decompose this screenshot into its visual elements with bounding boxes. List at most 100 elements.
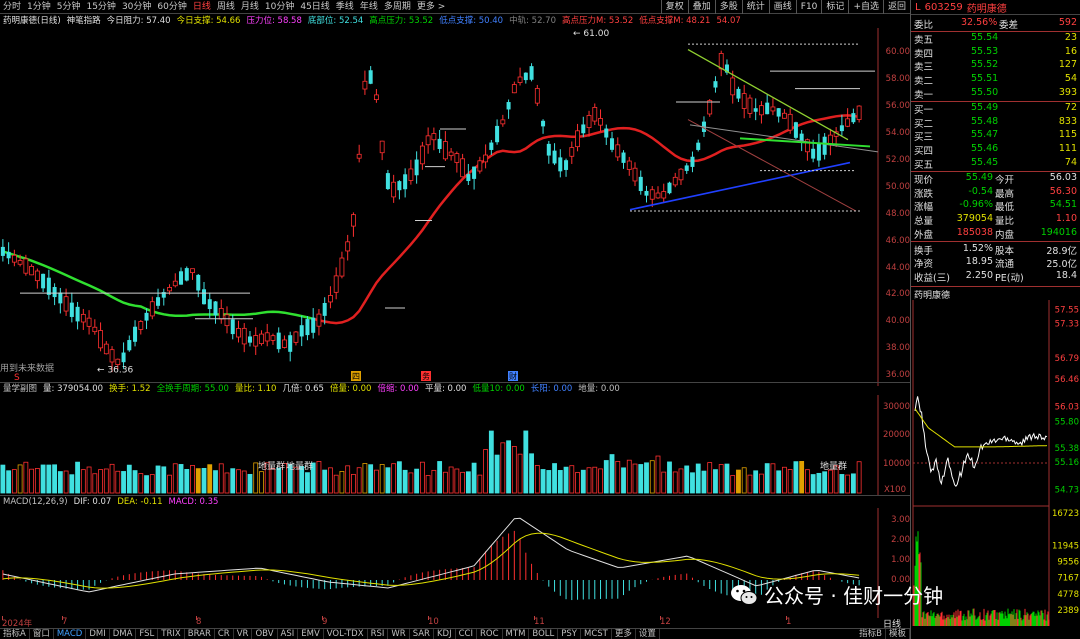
toolbar-button[interactable]: 复权: [660, 0, 688, 14]
period-tab[interactable]: 60分钟: [154, 0, 189, 14]
indicator-tab[interactable]: FSL: [136, 628, 159, 639]
indicator-tab[interactable]: ASI: [278, 628, 299, 639]
indicator-tab[interactable]: DMA: [110, 628, 137, 639]
candle-body: [517, 76, 523, 83]
candle-body: [368, 70, 373, 84]
indicator-tab[interactable]: CCI: [456, 628, 477, 639]
indicator-tab[interactable]: MCST: [581, 628, 612, 639]
candle-body: [431, 133, 437, 141]
bid-price: 55.46: [971, 143, 999, 155]
candlestick-chart[interactable]: ← 61.00← 36.36用到未来数据S 四务财: [0, 28, 880, 386]
indicator-tab[interactable]: VOL-TDX: [324, 628, 368, 639]
quote-label: 总量: [914, 216, 934, 228]
volume-bar: [822, 471, 828, 494]
quote-row: 涨幅 -0.96% 最低 54.51: [911, 199, 1080, 213]
indicator-tab[interactable]: KDJ: [434, 628, 456, 639]
volume-bar: [322, 469, 328, 494]
indicator-tab[interactable]: WR: [388, 628, 410, 639]
volume-chart[interactable]: 地量群 地量群 地量群: [0, 395, 880, 495]
period-tab[interactable]: 30分钟: [119, 0, 154, 14]
period-tab[interactable]: 多周期: [381, 0, 414, 14]
candle-body: [845, 118, 851, 127]
period-tab[interactable]: 年线: [357, 0, 381, 14]
candle-body: [523, 72, 528, 81]
template-tab[interactable]: 指标B: [856, 629, 886, 639]
candle-body: [311, 317, 316, 333]
indicator-tab[interactable]: 指标A: [0, 628, 30, 639]
ask-row: 卖四 55.53 16: [911, 46, 1080, 60]
intraday-volume-tick: 11945: [1052, 541, 1079, 551]
volume-bar: [408, 472, 414, 494]
candle-body: [782, 112, 787, 119]
quote-value: 55.49: [965, 172, 993, 183]
candle-body: [644, 190, 649, 196]
candle-body: [247, 336, 252, 343]
volume-bar: [419, 461, 425, 494]
period-tab[interactable]: 1分钟: [24, 0, 54, 14]
period-tab[interactable]: 5分钟: [54, 0, 84, 14]
bid-label: 买二: [914, 118, 934, 130]
toolbar-button[interactable]: 叠加: [687, 0, 715, 14]
volume-bar: [92, 473, 98, 494]
indicator-tab[interactable]: 更多: [612, 628, 636, 639]
indicator-tab[interactable]: VR: [234, 628, 253, 639]
volume-bar: [529, 453, 534, 494]
volume-bar: [638, 464, 644, 494]
period-tab[interactable]: 季线: [333, 0, 357, 14]
volume-bar: [46, 464, 52, 494]
candle-body: [230, 319, 235, 335]
period-tab[interactable]: 45日线: [297, 0, 332, 14]
indicator-tab[interactable]: RSI: [368, 628, 389, 639]
toolbar-button[interactable]: 多股: [714, 0, 742, 14]
candle-body: [241, 327, 247, 345]
toolbar-button[interactable]: 统计: [741, 0, 769, 14]
period-tab[interactable]: 周线: [214, 0, 238, 14]
indicator-tab[interactable]: OBV: [252, 628, 278, 639]
indicator-tab[interactable]: 设置: [636, 628, 660, 639]
toolbar-button[interactable]: 画线: [768, 0, 796, 14]
candle-body: [511, 84, 517, 94]
indicator-tab[interactable]: DMI: [86, 628, 110, 639]
toolbar-button[interactable]: 标记: [821, 0, 848, 14]
date-tick: 10: [428, 617, 439, 627]
bid-row: 买二 55.48 833: [911, 116, 1080, 130]
period-tab[interactable]: 分时: [0, 0, 24, 14]
template-tab[interactable]: 模板: [886, 629, 910, 639]
toolbar-button[interactable]: 返回: [882, 0, 910, 14]
period-tab[interactable]: 更多 >: [414, 0, 448, 14]
volume-bar: [126, 464, 132, 494]
indicator-tab[interactable]: CR: [215, 628, 234, 639]
candle-body: [678, 168, 684, 181]
indicator-tab[interactable]: MTM: [503, 628, 530, 639]
candle-body: [811, 148, 816, 159]
candle-body: [672, 176, 678, 186]
intraday-chart[interactable]: 57.55 57.33 56.79 56.46 56.03 55.80 55.38 55.16…: [911, 298, 1080, 628]
toolbar-button[interactable]: F10: [795, 0, 822, 14]
ask-label: 卖三: [914, 62, 934, 74]
candle-body: [534, 88, 540, 104]
period-tab[interactable]: 10分钟: [262, 0, 297, 14]
candle-body: [787, 113, 793, 131]
volume-bar: [730, 475, 736, 494]
toolbar-button[interactable]: +自选: [848, 0, 883, 14]
period-tab[interactable]: 15分钟: [83, 0, 118, 14]
indicator-tab[interactable]: SAR: [410, 628, 434, 639]
quote-row: 外盘 185038 内盘 194016: [911, 227, 1080, 241]
indicator-tab[interactable]: 窗口: [30, 628, 54, 639]
candle-body: [632, 167, 638, 182]
period-tab[interactable]: 月线: [238, 0, 262, 14]
indicator-tab[interactable]: ROC: [477, 628, 503, 639]
candle-body: [707, 100, 713, 115]
bottom-period-tab[interactable]: 日线: [883, 617, 901, 630]
indicator-tab[interactable]: EMV: [298, 628, 324, 639]
candle-body: [598, 118, 603, 126]
indicator-tab[interactable]: MACD: [54, 628, 87, 639]
bid-price: 55.45: [971, 156, 999, 168]
bottom-right-tabs: 指标B 模板: [856, 629, 910, 639]
indicator-tab[interactable]: BOLL: [529, 628, 559, 639]
indicator-tab[interactable]: PSY: [558, 628, 581, 639]
indicator-tab[interactable]: BRAR: [185, 628, 215, 639]
volume-bar: [667, 461, 672, 494]
period-tab[interactable]: 日线: [190, 0, 214, 14]
indicator-tab[interactable]: TRIX: [158, 628, 185, 639]
